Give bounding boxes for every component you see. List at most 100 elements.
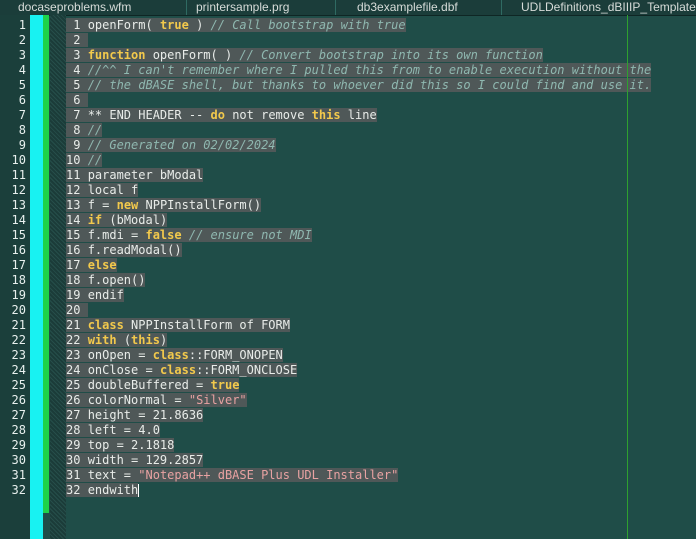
code-token: NPPInstallForm(): [138, 198, 262, 212]
edge-column-line: [627, 15, 628, 539]
code-line[interactable]: 23 onOpen = class::FORM_ONOPEN: [66, 348, 283, 363]
code-line[interactable]: 28 left = 4.0: [66, 423, 160, 438]
code-token: colorNormal =: [87, 393, 189, 407]
code-token: width = 129.2857: [87, 453, 204, 467]
inline-line-number: 24: [66, 363, 88, 377]
code-line[interactable]: 7 ** END HEADER -- do not remove this li…: [66, 108, 377, 123]
keyword-token: this: [311, 108, 341, 122]
code-token: endwith: [87, 483, 139, 497]
inline-line-number: 13: [66, 198, 88, 212]
code-line[interactable]: 11 parameter bModal: [66, 168, 204, 183]
code-token: f.readModal(): [87, 243, 182, 257]
code-token: f.mdi =: [87, 228, 146, 242]
code-line[interactable]: 20: [66, 303, 88, 318]
keyword-token: this: [131, 333, 160, 347]
code-token: onClose =: [87, 363, 160, 377]
line-number: 10: [11, 153, 26, 167]
line-number: 2: [18, 33, 26, 47]
keyword-token: true: [159, 18, 189, 32]
line-number: 24: [11, 363, 26, 377]
code-line[interactable]: 13 f = new NPPInstallForm(): [66, 198, 262, 213]
code-token: (bModal): [102, 213, 168, 227]
line-number: 31: [11, 468, 26, 482]
code-line[interactable]: 24 onClose = class::FORM_ONCLOSE: [66, 363, 298, 378]
line-number: 32: [11, 483, 26, 497]
inline-line-number: 20: [66, 303, 88, 317]
line-number: 14: [11, 213, 26, 227]
code-line[interactable]: 30 width = 129.2857: [66, 453, 204, 468]
code-token: openForm( ): [145, 48, 240, 62]
tab-separator: [501, 0, 502, 15]
tab-printersample[interactable]: printersample.prg: [196, 0, 336, 15]
inline-line-number: 27: [66, 408, 88, 422]
code-token: openForm(: [87, 18, 160, 32]
code-line[interactable]: 12 local f: [66, 183, 139, 198]
tab-db3examplefile[interactable]: db3examplefile.dbf: [357, 0, 497, 15]
code-token: onOpen =: [87, 348, 153, 362]
keyword-token: new: [116, 198, 139, 212]
code-line[interactable]: 17 else: [66, 258, 117, 273]
line-number: 29: [11, 438, 26, 452]
code-line[interactable]: 8 //: [66, 123, 103, 138]
line-number: 7: [18, 108, 26, 122]
code-line[interactable]: 21 class NPPInstallForm of FORM: [66, 318, 290, 333]
inline-line-number: 19: [66, 288, 88, 302]
code-line[interactable]: 14 if (bModal): [66, 213, 168, 228]
tab-separator: [335, 0, 336, 15]
line-number: 25: [11, 378, 26, 392]
line-number: 28: [11, 423, 26, 437]
keyword-token: with: [87, 333, 117, 347]
inline-line-number: 23: [66, 348, 88, 362]
code-line[interactable]: 15 f.mdi = false // ensure not MDI: [66, 228, 312, 243]
comment-token: // Convert bootstrap into its own functi…: [239, 48, 543, 62]
code-line[interactable]: 6: [66, 93, 88, 108]
code-line[interactable]: 18 f.open(): [66, 273, 146, 288]
code-line[interactable]: 2: [66, 33, 88, 48]
inline-line-number: 14: [66, 213, 88, 227]
code-line[interactable]: 25 doubleBuffered = true: [66, 378, 240, 393]
code-line[interactable]: 5 // the dBASE shell, but thanks to whoe…: [66, 78, 652, 93]
code-token: ::FORM_ONCLOSE: [196, 363, 298, 377]
line-number: 21: [11, 318, 26, 332]
code-line[interactable]: 31 text = "Notepad++ dBASE Plus UDL Inst…: [66, 468, 399, 483]
code-line[interactable]: 26 colorNormal = "Silver": [66, 393, 247, 408]
inline-line-number: 4: [66, 63, 88, 77]
inline-line-number: 6: [66, 93, 88, 107]
tab-udldefinitions[interactable]: UDLDefinitions_dBIIIP_Template.xml: [521, 0, 696, 15]
code-token: ): [188, 18, 211, 32]
code-line[interactable]: 22 with (this): [66, 333, 168, 348]
code-line[interactable]: 32 endwith: [66, 483, 140, 498]
comment-token: // Call bootstrap with true: [210, 18, 406, 32]
code-token: text =: [87, 468, 139, 482]
inline-line-number: 9: [66, 138, 88, 152]
inline-line-number: 10: [66, 153, 88, 167]
code-line[interactable]: 1 openForm( true ) // Call bootstrap wit…: [66, 18, 406, 33]
line-number-gutter[interactable]: 1 2 3 4 5 6 7 8 9 10 11 12 13 14 15 16 17 18 19 20 21 22 23 24 2…: [0, 15, 30, 539]
bookmark-margin[interactable]: [30, 15, 43, 539]
string-token: "Silver": [188, 393, 247, 407]
code-line[interactable]: 16 f.readModal(): [66, 243, 182, 258]
code-line[interactable]: 4 //^^ I can't remember where I pulled t…: [66, 63, 652, 78]
inline-line-number: 8: [66, 123, 88, 137]
line-number: 3: [18, 48, 26, 62]
code-line[interactable]: 27 height = 21.8636: [66, 408, 204, 423]
line-number: 23: [11, 348, 26, 362]
code-line[interactable]: 19 endif: [66, 288, 124, 303]
code-token: line: [340, 108, 377, 122]
code-token: local f: [87, 183, 139, 197]
line-number: 9: [18, 138, 26, 152]
code-line[interactable]: 9 // Generated on 02/02/2024: [66, 138, 276, 153]
code-editor[interactable]: 1 openForm( true ) // Call bootstrap wit…: [66, 15, 696, 539]
code-line[interactable]: 29 top = 2.1818: [66, 438, 175, 453]
code-token: height = 21.8636: [87, 408, 204, 422]
comment-token: // the dBASE shell, but thanks to whoeve…: [87, 78, 652, 92]
line-number: 30: [11, 453, 26, 467]
tab-docaseproblems[interactable]: docaseproblems.wfm: [18, 0, 188, 15]
code-token: parameter bModal: [87, 168, 204, 182]
code-line[interactable]: 3 function openForm( ) // Convert bootst…: [66, 48, 543, 63]
tab-separator: [186, 0, 187, 15]
fold-margin[interactable]: [50, 15, 66, 539]
comment-token: //^^ I can't remember where I pulled thi…: [87, 63, 652, 77]
keyword-token: else: [87, 258, 117, 272]
code-line[interactable]: 10 //: [66, 153, 103, 168]
